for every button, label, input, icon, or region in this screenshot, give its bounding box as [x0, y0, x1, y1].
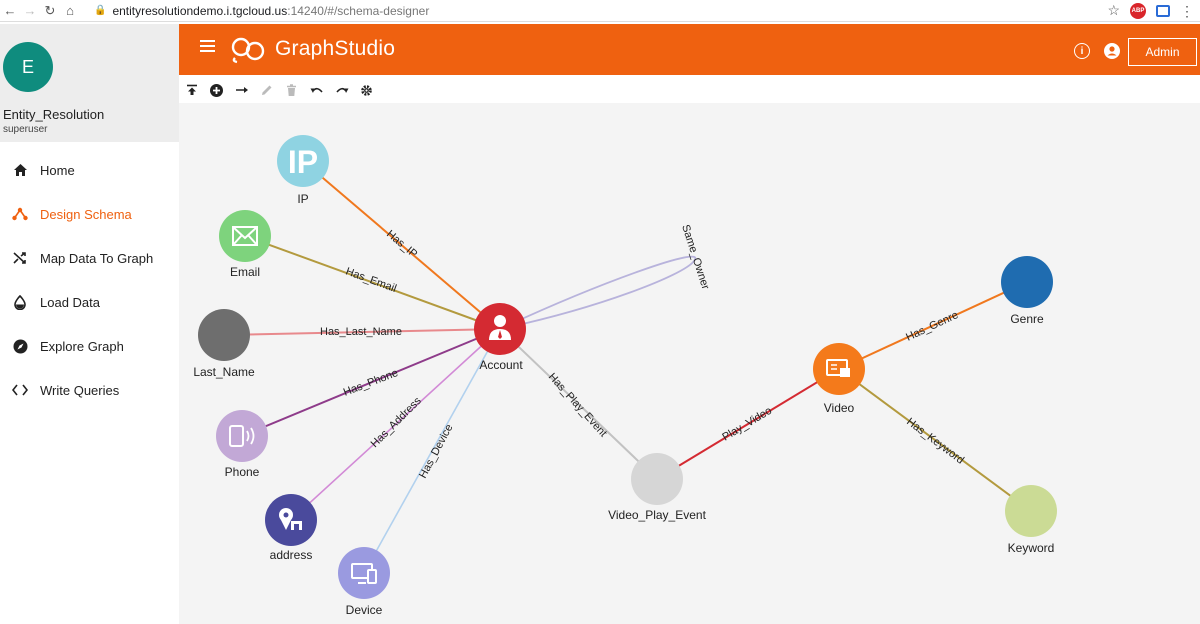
schema-toolbar [179, 79, 1200, 101]
url-path: :14240/#/schema-designer [287, 3, 430, 18]
sidebar: E Entity_Resolution superuser Home Desig… [0, 24, 179, 624]
sidebar-item-label: Load Data [40, 294, 100, 310]
sidebar-item-load-data[interactable]: Load Data [0, 280, 179, 324]
edge-label-has-device[interactable]: Has_Device [417, 422, 455, 480]
vertex-label-keyword: Keyword [1008, 541, 1055, 555]
schema-icon [0, 207, 40, 221]
app-header: GraphStudio i Admin [179, 24, 1200, 75]
edge-label-has-play-event[interactable]: Has_Play_Event [546, 371, 609, 439]
vertex-label-last-name: Last_Name [193, 365, 255, 379]
add-vertex-icon[interactable] [204, 83, 229, 97]
vertex-account[interactable]: Account [474, 303, 526, 372]
add-edge-icon[interactable] [229, 85, 254, 95]
logo-mark-icon [231, 37, 265, 64]
undo-icon[interactable] [304, 85, 329, 95]
reload-icon[interactable]: ↻ [40, 1, 60, 21]
avatar[interactable]: E [3, 42, 53, 92]
sidebar-item-home[interactable]: Home [0, 148, 179, 192]
sidebar-item-label: Explore Graph [40, 338, 124, 354]
redo-icon[interactable] [329, 85, 354, 95]
drop-icon [0, 294, 40, 310]
vertex-label-video-play-event: Video_Play_Event [608, 508, 707, 522]
sidebar-item-design-schema[interactable]: Design Schema [0, 192, 179, 236]
edge-same-owner[interactable] [499, 255, 697, 330]
vertex-label-device: Device [346, 603, 383, 617]
schema-graph[interactable]: Has_IP Has_Email Has_Last_Name Has_Phone… [179, 103, 1200, 624]
sidebar-menu: Home Design Schema Map Data To Graph Loa… [0, 148, 179, 412]
sidebar-item-label: Home [40, 162, 75, 178]
vertex-email[interactable]: Email [219, 210, 271, 279]
vertex-label-ip: IP [297, 192, 308, 206]
edge-labels: Has_IP Has_Email Has_Last_Name Has_Phone… [320, 223, 966, 480]
sidebar-item-label: Write Queries [40, 382, 120, 398]
sidebar-item-label: Design Schema [40, 206, 132, 222]
home-icon [0, 163, 40, 177]
code-icon [0, 384, 40, 396]
graph-name: Entity_Resolution [3, 107, 105, 122]
lock-icon: 🔒 [94, 5, 107, 16]
edge-label-has-email[interactable]: Has_Email [344, 266, 398, 295]
vertex-genre[interactable]: Genre [1001, 256, 1053, 326]
shuffle-icon [0, 251, 40, 265]
edge-label-has-phone[interactable]: Has_Phone [342, 367, 400, 399]
forward-arrow-icon[interactable]: → [20, 1, 40, 21]
browser-toolbar: ← → ↻ ⌂ 🔒 entityresolutiondemo.i.tgcloud… [0, 0, 1200, 22]
settings-icon[interactable] [354, 84, 379, 97]
vertex-ip[interactable]: IP IP [277, 135, 329, 206]
vertex-label-genre: Genre [1010, 312, 1044, 326]
edge-label-play-video[interactable]: Play_Video [720, 405, 774, 444]
home-page-icon[interactable]: ⌂ [60, 1, 80, 21]
edge-label-has-keyword[interactable]: Has_Keyword [904, 416, 966, 467]
edge-label-has-ip[interactable]: Has_IP [384, 228, 419, 260]
sidebar-item-map-data[interactable]: Map Data To Graph [0, 236, 179, 280]
user-role: superuser [3, 124, 48, 135]
ip-icon: IP [288, 144, 318, 180]
vertex-label-address: address [270, 548, 313, 562]
sidebar-item-write-queries[interactable]: Write Queries [0, 368, 179, 412]
compass-icon [0, 339, 40, 354]
vertex-video[interactable]: Video [813, 343, 865, 415]
graphstudio-logo: GraphStudio [229, 34, 395, 64]
edge-label-has-address[interactable]: Has_Address [369, 395, 425, 451]
vertex-label-video: Video [824, 401, 855, 415]
profile-panel: E Entity_Resolution superuser [0, 24, 179, 142]
url-host: entityresolutiondemo.i.tgcloud.us [112, 3, 288, 18]
schema-canvas[interactable]: Has_IP Has_Email Has_Last_Name Has_Phone… [179, 103, 1200, 624]
vertex-last-name[interactable]: Last_Name [193, 309, 255, 379]
hamburger-menu-icon[interactable] [200, 40, 215, 54]
logo-text: GraphStudio [275, 37, 395, 61]
monitor-extension-icon[interactable] [1156, 4, 1170, 17]
browser-menu-icon[interactable]: ⋮ [1180, 4, 1194, 18]
vertex-address[interactable]: address [265, 494, 317, 562]
sidebar-item-explore-graph[interactable]: Explore Graph [0, 324, 179, 368]
vertex-device[interactable]: Device [338, 547, 390, 617]
vertex-phone[interactable]: Phone [216, 410, 268, 479]
address-bar[interactable]: 🔒 entityresolutiondemo.i.tgcloud.us:1424… [94, 4, 429, 18]
vertex-label-phone: Phone [225, 465, 260, 479]
adblock-extension-icon[interactable]: ABP [1130, 2, 1146, 19]
admin-button[interactable]: Admin [1128, 38, 1197, 66]
edge-label-has-genre[interactable]: Has_Genre [904, 309, 960, 344]
vertex-label-email: Email [230, 265, 260, 279]
bookmark-star-icon[interactable]: ☆ [1107, 2, 1120, 19]
back-arrow-icon[interactable]: ← [0, 1, 20, 21]
logo-text-graph: Graph [275, 37, 335, 60]
sidebar-item-label: Map Data To Graph [40, 250, 154, 266]
vertex-keyword[interactable]: Keyword [1005, 485, 1057, 555]
delete-icon[interactable] [279, 83, 304, 97]
user-account-icon[interactable] [1104, 43, 1120, 59]
logo-text-studio: Studio [334, 37, 396, 60]
vertex-label-account: Account [479, 358, 523, 372]
info-icon[interactable]: i [1074, 43, 1090, 59]
publish-icon[interactable] [179, 84, 204, 96]
edge-label-has-last-name[interactable]: Has_Last_Name [320, 326, 402, 338]
edit-icon[interactable] [254, 84, 279, 96]
vertex-video-play-event[interactable]: Video_Play_Event [608, 453, 707, 522]
